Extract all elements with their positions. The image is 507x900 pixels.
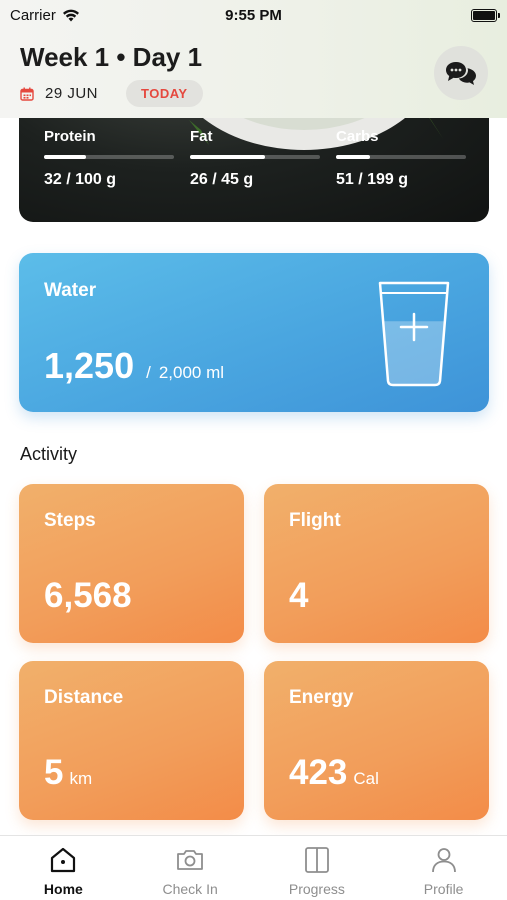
calendar-icon bbox=[20, 87, 34, 101]
chat-bubbles-icon bbox=[446, 62, 476, 85]
macro-protein: Protein 32 / 100 g bbox=[44, 128, 194, 189]
macro-label: Protein bbox=[44, 128, 96, 145]
activity-card-flight[interactable]: Flight 4 bbox=[264, 484, 489, 643]
macro-carbs: Carbs 51 / 199 g bbox=[336, 128, 486, 189]
activity-unit: Cal bbox=[353, 769, 379, 788]
activity-value: 4 bbox=[289, 576, 309, 615]
tab-label: Check In bbox=[162, 881, 218, 897]
activity-label: Energy bbox=[289, 687, 354, 708]
activity-value: 5 bbox=[44, 753, 64, 792]
water-glass-add-icon[interactable] bbox=[375, 277, 453, 389]
activity-value-group: 6,568 bbox=[44, 576, 138, 616]
macro-progress-bar bbox=[190, 155, 320, 159]
macro-value: 51 / 199 g bbox=[336, 171, 409, 188]
progress-book-icon bbox=[304, 847, 329, 873]
tab-home[interactable]: Home bbox=[0, 836, 127, 900]
water-amount: 1,250 / 2,000 ml bbox=[44, 345, 224, 387]
home-icon bbox=[51, 847, 76, 873]
water-separator: / bbox=[146, 363, 151, 382]
wifi-icon bbox=[62, 9, 79, 21]
activity-label: Steps bbox=[44, 510, 96, 531]
macro-fat: Fat 26 / 45 g bbox=[190, 128, 340, 189]
chat-button[interactable] bbox=[434, 46, 488, 100]
today-button[interactable]: TODAY bbox=[126, 80, 203, 107]
macro-progress-fill bbox=[190, 155, 266, 159]
tab-check-in[interactable]: Check In bbox=[127, 836, 254, 900]
macro-progress-bar bbox=[44, 155, 174, 159]
activity-card-energy[interactable]: Energy 423 Cal bbox=[264, 661, 489, 820]
person-icon bbox=[431, 848, 456, 873]
macro-progress-fill bbox=[44, 155, 86, 159]
activity-value: 6,568 bbox=[44, 576, 132, 615]
activity-unit: km bbox=[69, 769, 93, 788]
date-row: 29 JUN TODAY bbox=[20, 80, 203, 107]
water-card[interactable]: Water 1,250 / 2,000 ml bbox=[19, 253, 489, 412]
activity-value-group: 5 km bbox=[44, 753, 92, 793]
activity-card-distance[interactable]: Distance 5 km bbox=[19, 661, 244, 820]
activity-value-group: 4 bbox=[289, 576, 314, 616]
activity-value: 423 bbox=[289, 753, 348, 792]
tab-bar: Home Check In Progress Profile bbox=[0, 835, 507, 900]
activity-label: Distance bbox=[44, 687, 124, 708]
activity-section-title: Activity bbox=[20, 444, 78, 464]
battery-icon bbox=[471, 8, 500, 22]
macro-progress-bar bbox=[336, 155, 466, 159]
tab-progress[interactable]: Progress bbox=[254, 836, 381, 900]
macro-label: Fat bbox=[190, 128, 213, 145]
date-label: 29 JUN bbox=[45, 85, 99, 102]
header: Carrier 9:55 PM Week 1 • Day 1 29 JUN TO… bbox=[0, 0, 507, 118]
macro-label: Carbs bbox=[336, 128, 379, 145]
macro-value: 26 / 45 g bbox=[190, 171, 254, 188]
activity-value-group: 423 Cal bbox=[289, 753, 379, 793]
carrier-group: Carrier bbox=[10, 7, 80, 24]
water-goal: 2,000 ml bbox=[158, 363, 225, 382]
activity-card-steps[interactable]: Steps 6,568 bbox=[19, 484, 244, 643]
carrier-label: Carrier bbox=[10, 6, 56, 24]
tab-label: Profile bbox=[423, 881, 464, 897]
tab-label: Home bbox=[43, 881, 83, 897]
macro-progress-fill bbox=[336, 155, 370, 159]
status-bar: Carrier 9:55 PM bbox=[0, 0, 507, 30]
camera-icon bbox=[177, 850, 204, 870]
tab-profile[interactable]: Profile bbox=[380, 836, 507, 900]
macro-value: 32 / 100 g bbox=[44, 171, 117, 188]
water-current: 1,250 bbox=[44, 345, 135, 386]
macros-list: Protein 32 / 100 g Fat 26 / 45 g Carbs 5… bbox=[44, 128, 484, 218]
battery-fill bbox=[473, 10, 495, 20]
activity-label: Flight bbox=[289, 510, 341, 531]
water-title: Water bbox=[44, 280, 97, 301]
page-title: Week 1 • Day 1 bbox=[20, 42, 203, 72]
tab-label: Progress bbox=[288, 881, 345, 897]
